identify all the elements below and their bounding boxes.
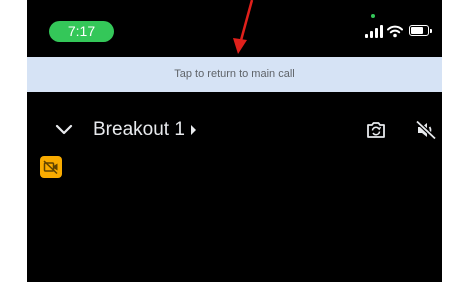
wifi-icon [387, 25, 403, 38]
battery-icon [409, 25, 432, 36]
breakout-room-selector[interactable]: Breakout 1 [93, 118, 196, 142]
video-off-icon [43, 160, 58, 175]
mic-indicator-icon [371, 14, 375, 18]
phone-screen: 7:17 Tap to return to main call Breakout… [27, 0, 442, 282]
call-header: Breakout 1 [27, 110, 442, 150]
status-time[interactable]: 7:17 [49, 21, 114, 42]
chevron-down-icon[interactable] [55, 122, 73, 136]
status-bar: 7:17 [27, 0, 442, 57]
breakout-room-title: Breakout 1 [93, 119, 185, 140]
video-off-badge [40, 156, 62, 178]
caret-right-icon [190, 124, 196, 135]
speaker-muted-icon[interactable] [415, 120, 437, 140]
cellular-signal-icon [365, 24, 383, 38]
return-to-main-call-banner[interactable]: Tap to return to main call [27, 57, 442, 92]
camera-switch-icon[interactable] [365, 120, 387, 140]
